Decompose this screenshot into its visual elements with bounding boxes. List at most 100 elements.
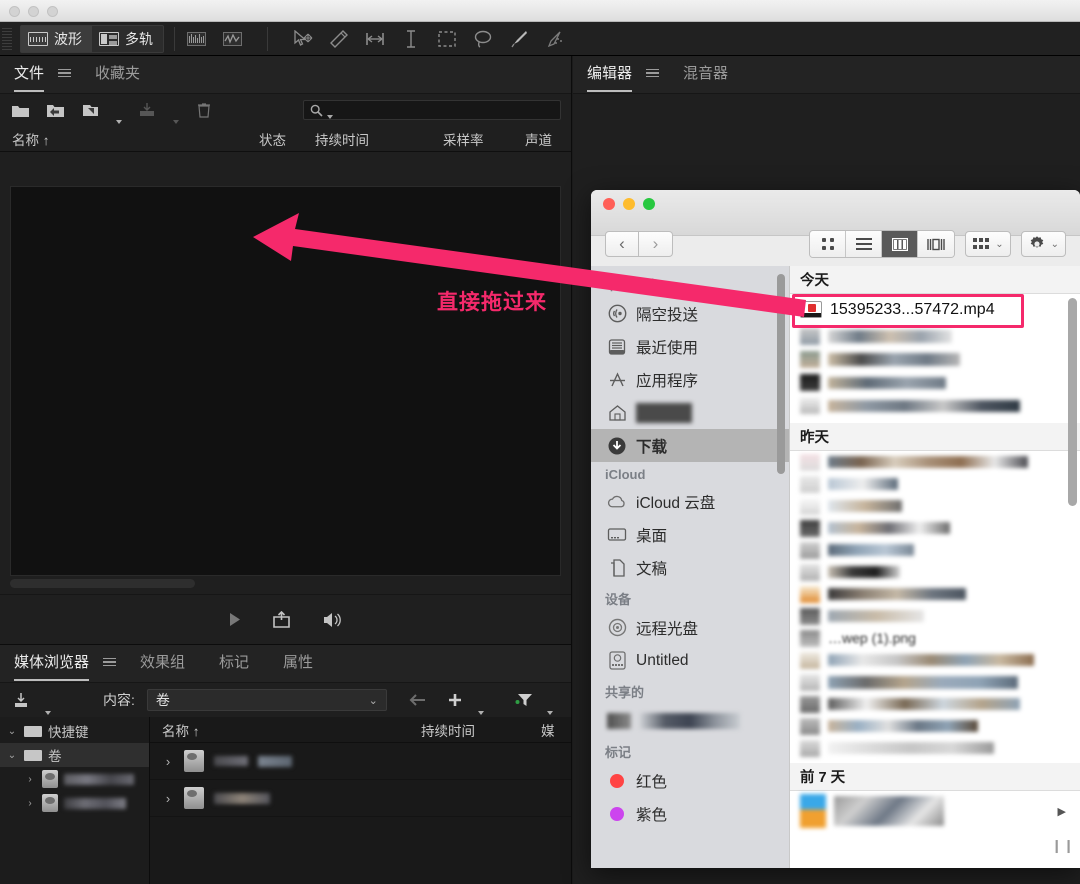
filter-caret-icon[interactable]: [547, 711, 553, 715]
action-button[interactable]: ⌄: [1020, 231, 1066, 257]
file-row[interactable]: [790, 737, 1080, 759]
slip-tool-icon[interactable]: [364, 28, 386, 50]
file-row[interactable]: [790, 671, 1080, 693]
play-icon[interactable]: [228, 612, 242, 627]
search-input[interactable]: [303, 100, 561, 120]
tab-favorites[interactable]: 收藏夹: [95, 62, 140, 87]
razor-tool-icon[interactable]: [328, 28, 350, 50]
import-caret-icon[interactable]: [45, 711, 51, 715]
list-item[interactable]: ›: [150, 780, 571, 817]
new-file-icon[interactable]: [80, 101, 100, 119]
tab-markers[interactable]: 标记: [219, 651, 249, 676]
disclosure-closed-icon[interactable]: ›: [24, 774, 36, 785]
lasso-selection-icon[interactable]: [472, 28, 494, 50]
column-duration[interactable]: 持续时间: [421, 720, 541, 740]
finder-minimize-button[interactable]: [623, 198, 635, 210]
new-file-caret-icon[interactable]: [116, 120, 122, 124]
file-row[interactable]: [790, 348, 1080, 371]
tab-properties[interactable]: 属性: [283, 651, 313, 676]
search-caret-icon[interactable]: [327, 115, 333, 119]
file-row[interactable]: ▶: [790, 791, 1080, 831]
file-row[interactable]: [790, 394, 1080, 417]
column-samplerate[interactable]: 采样率: [443, 129, 525, 149]
import-icon[interactable]: [12, 691, 32, 709]
sidebar-item-recents[interactable]: 最近使用: [591, 330, 789, 363]
file-row[interactable]: [790, 561, 1080, 583]
finder-zoom-button[interactable]: [643, 198, 655, 210]
tab-media-browser[interactable]: 媒体浏览器: [14, 651, 90, 681]
column-name[interactable]: 名称 ↑: [162, 720, 421, 740]
file-row[interactable]: [790, 451, 1080, 473]
file-row[interactable]: [790, 583, 1080, 605]
open-file-icon[interactable]: [10, 101, 30, 119]
finder-close-button[interactable]: [603, 198, 615, 210]
paintbrush-selection-icon[interactable]: [508, 28, 530, 50]
file-row[interactable]: [790, 325, 1080, 348]
file-row[interactable]: [790, 693, 1080, 715]
disclosure-open-icon[interactable]: ⌄: [6, 750, 18, 761]
column-duration[interactable]: 持续时间: [315, 129, 443, 149]
spectral-pitch-icon[interactable]: [221, 28, 243, 50]
file-row[interactable]: [790, 495, 1080, 517]
files-horizontal-scrollbar[interactable]: [10, 579, 561, 588]
file-row[interactable]: [790, 715, 1080, 737]
column-view-button[interactable]: [882, 231, 919, 257]
move-tool-icon[interactable]: [292, 28, 314, 50]
save-icon[interactable]: [137, 101, 157, 119]
file-row[interactable]: [790, 517, 1080, 539]
sidebar-item-shared-computer[interactable]: [591, 704, 789, 737]
column-channels[interactable]: 声道: [525, 129, 571, 149]
marquee-selection-icon[interactable]: [436, 28, 458, 50]
tab-files[interactable]: 文件: [14, 62, 45, 92]
file-row[interactable]: [790, 649, 1080, 671]
sidebar-item-airdrop[interactable]: 隔空投送: [591, 297, 789, 330]
tab-mixer[interactable]: 混音器: [683, 62, 728, 87]
app-zoom-button[interactable]: [47, 6, 58, 17]
sidebar-scrollbar[interactable]: [777, 274, 785, 474]
tab-editor[interactable]: 编辑器: [587, 62, 633, 92]
disclosure-closed-icon[interactable]: ›: [162, 754, 174, 769]
disclosure-open-icon[interactable]: ⌄: [6, 726, 18, 737]
sidebar-item-remote-disc[interactable]: 远程光盘: [591, 611, 789, 644]
list-view-button[interactable]: [846, 231, 883, 257]
spectral-frequency-icon[interactable]: [185, 28, 207, 50]
resize-handle-icon[interactable]: ❙❙: [1051, 838, 1075, 854]
add-shortcut-caret-icon[interactable]: [477, 711, 484, 715]
column-media[interactable]: 媒: [541, 720, 571, 740]
sidebar-item-applications[interactable]: 应用程序: [591, 363, 789, 396]
content-scrollbar[interactable]: [1068, 298, 1077, 506]
app-minimize-button[interactable]: [28, 6, 39, 17]
panel-menu-icon[interactable]: [103, 657, 117, 670]
forward-button[interactable]: ›: [639, 231, 673, 257]
file-row[interactable]: [790, 539, 1080, 561]
file-row[interactable]: [790, 371, 1080, 394]
sidebar-item-tag-red[interactable]: 红色: [591, 764, 789, 797]
sidebar-item-untitled[interactable]: Untitled: [591, 644, 789, 677]
sidebar-item-downloads[interactable]: 下载: [591, 429, 789, 462]
add-shortcut-icon[interactable]: [445, 691, 465, 709]
file-row[interactable]: [790, 473, 1080, 495]
tree-item-volumes[interactable]: ⌄ 卷: [0, 743, 149, 767]
list-item[interactable]: ›: [150, 743, 571, 780]
column-status[interactable]: 状态: [259, 129, 315, 149]
arrange-button[interactable]: ⌄: [965, 231, 1011, 257]
files-list[interactable]: [10, 186, 561, 576]
app-close-button[interactable]: [9, 6, 20, 17]
auto-play-icon[interactable]: [321, 611, 343, 629]
insert-into-multitrack-icon[interactable]: [272, 611, 291, 628]
spot-healing-icon[interactable]: [544, 28, 566, 50]
back-button[interactable]: ‹: [605, 231, 639, 257]
column-name[interactable]: 名称 ↑: [12, 129, 259, 149]
icon-view-button[interactable]: [810, 231, 847, 257]
mode-button-multitrack[interactable]: 多轨: [92, 26, 163, 52]
panel-menu-icon[interactable]: [58, 68, 72, 81]
expand-triangle-icon[interactable]: ▶: [1058, 805, 1066, 818]
save-caret-icon[interactable]: [173, 120, 179, 124]
file-row-png[interactable]: …wep (1).png: [790, 627, 1080, 649]
disclosure-closed-icon[interactable]: ›: [162, 791, 174, 806]
filter-icon[interactable]: [514, 691, 534, 709]
tree-item-drive-2[interactable]: ›: [0, 791, 149, 815]
mode-button-waveform[interactable]: 波形: [21, 25, 92, 52]
sidebar-item-desktop[interactable]: 桌面: [591, 518, 789, 551]
panel-menu-icon[interactable]: [646, 68, 660, 81]
